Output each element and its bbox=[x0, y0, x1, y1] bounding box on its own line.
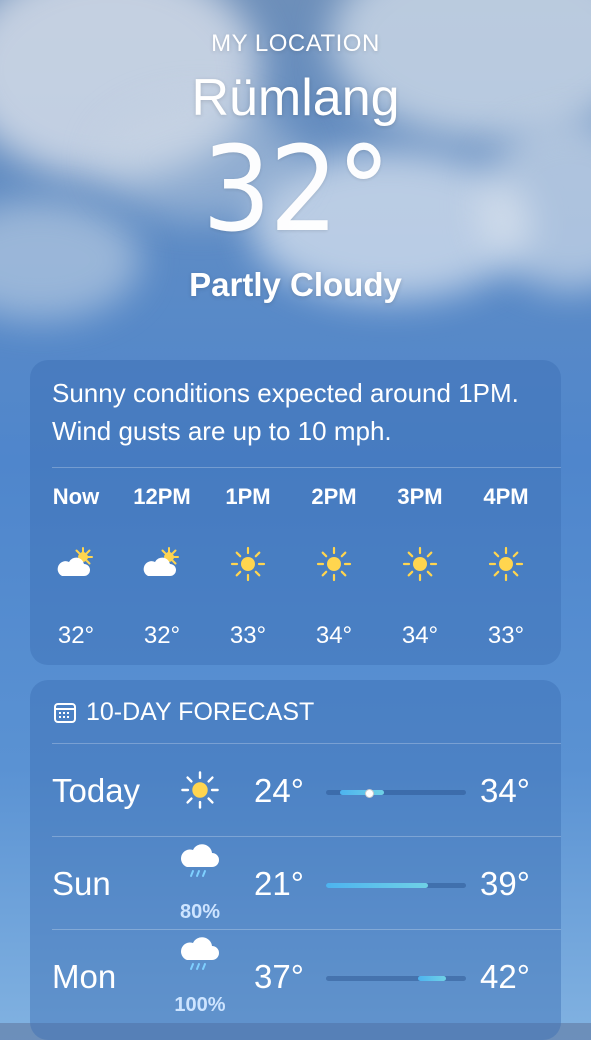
forecast-title: 10-DAY FORECAST bbox=[86, 698, 315, 726]
precipitation-chance: 80% bbox=[179, 901, 221, 923]
partly-cloudy-icon bbox=[143, 547, 179, 576]
hour-label: 1PM bbox=[225, 484, 271, 509]
forecast-row[interactable]: Today 24° 34° bbox=[30, 744, 561, 837]
hour-temperature: 34° bbox=[401, 622, 439, 649]
current-temp-marker bbox=[365, 789, 374, 798]
hour-label: 12PM bbox=[133, 484, 191, 509]
hour-temperature: 32° bbox=[57, 622, 95, 649]
sun-icon bbox=[402, 546, 438, 582]
range-fill bbox=[418, 976, 446, 981]
forecast-day: Today bbox=[52, 772, 141, 809]
hourly-summary: Sunny conditions expected around 1PM. Wi… bbox=[52, 378, 519, 446]
hour-temperature: 33° bbox=[229, 622, 267, 649]
sun-icon bbox=[181, 771, 219, 809]
range-fill bbox=[326, 883, 428, 888]
hour-temperature: 32° bbox=[143, 622, 181, 649]
city-name: Rümlang bbox=[191, 69, 400, 127]
temperature-range-bar bbox=[326, 976, 466, 981]
calendar-icon bbox=[54, 702, 76, 723]
forecast-high: 42° bbox=[480, 958, 530, 995]
hourly-forecast-card[interactable]: Sunny conditions expected around 1PM. Wi… bbox=[30, 360, 561, 665]
temperature-range-bar bbox=[326, 789, 466, 798]
precipitation-chance: 100% bbox=[174, 994, 226, 1016]
rain-cloud-icon bbox=[180, 844, 219, 877]
hour-label: 3PM bbox=[397, 484, 443, 509]
hour-label: 2PM bbox=[311, 484, 357, 509]
current-condition: Partly Cloudy bbox=[189, 266, 402, 303]
forecast-high: 39° bbox=[480, 865, 530, 902]
divider bbox=[52, 467, 561, 468]
forecast-low: 37° bbox=[254, 958, 304, 995]
forecast-low: 21° bbox=[254, 865, 304, 902]
partly-cloudy-icon bbox=[57, 547, 93, 576]
hour-temperature: 34° bbox=[315, 622, 353, 649]
range-fill bbox=[340, 790, 384, 795]
hour-label: 4PM bbox=[483, 484, 529, 509]
sun-icon bbox=[230, 546, 266, 582]
forecast-low: 24° bbox=[254, 772, 304, 809]
current-temperature: 32° bbox=[202, 120, 391, 258]
temperature-range-bar bbox=[326, 883, 466, 888]
forecast-high: 34° bbox=[480, 772, 530, 809]
forecast-day: Mon bbox=[52, 958, 117, 995]
ten-day-forecast-card[interactable]: 10-DAY FORECAST Today 24° 34° Sun 80% 21… bbox=[30, 680, 561, 1040]
sun-icon bbox=[316, 546, 352, 582]
rain-cloud-icon bbox=[180, 937, 219, 970]
sun-icon bbox=[488, 546, 524, 582]
forecast-row[interactable]: Mon 100% 37° 42° bbox=[30, 930, 561, 1023]
location-label: MY LOCATION bbox=[211, 30, 380, 57]
forecast-day: Sun bbox=[52, 865, 111, 902]
hour-temperature: 33° bbox=[487, 622, 525, 649]
hour-label: Now bbox=[52, 484, 100, 509]
forecast-row[interactable]: Sun 80% 21° 39° bbox=[30, 837, 561, 930]
forecast-header: 10-DAY FORECAST bbox=[54, 698, 314, 727]
